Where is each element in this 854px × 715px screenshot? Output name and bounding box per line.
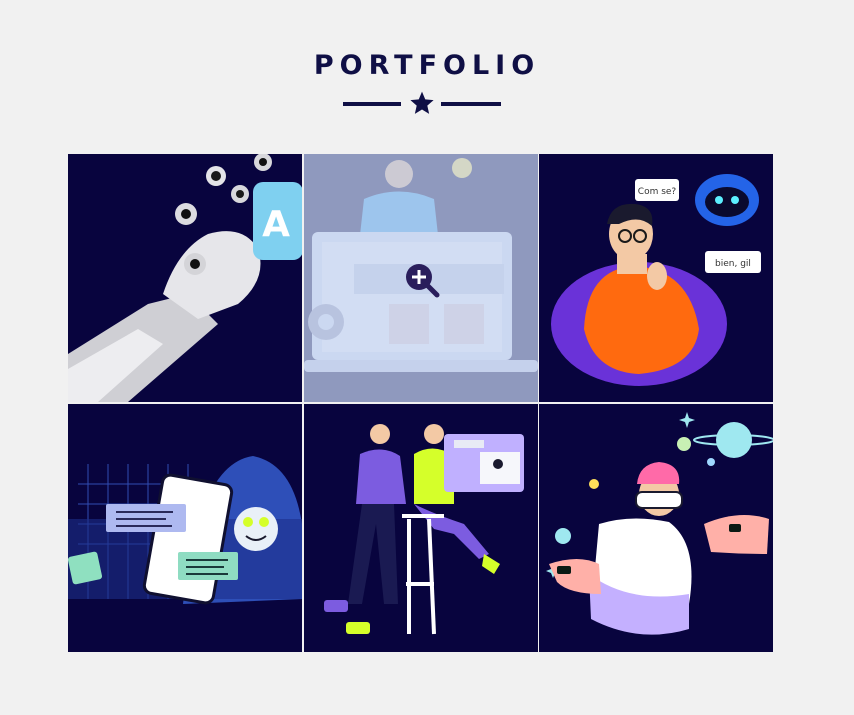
- divider-line-right: [441, 102, 501, 106]
- speech-bubble-text-2: bien, gil: [715, 259, 751, 269]
- portfolio-item-vr-space[interactable]: [539, 404, 773, 652]
- title-divider: [343, 90, 501, 118]
- portfolio-item-people-stools[interactable]: [304, 404, 538, 652]
- section-title: PORTFOLIO: [313, 50, 541, 81]
- portfolio-item-phone-chat[interactable]: [68, 404, 302, 652]
- speech-bubble-text-1: Com se?: [638, 187, 677, 197]
- portfolio-item-laptop-idea[interactable]: [304, 154, 538, 402]
- portfolio-item-robot-hand[interactable]: A: [68, 154, 302, 402]
- zoom-in-icon[interactable]: [404, 262, 440, 298]
- people-on-stools-illustration: [304, 404, 538, 652]
- thinking-man-chatbot-illustration: Com se? bien, gil: [539, 154, 773, 402]
- vr-space-illustration: [539, 404, 773, 652]
- svg-text:A: A: [262, 204, 290, 245]
- robot-hand-illustration: A: [68, 154, 302, 402]
- portfolio-grid: A Com se? bien, gil: [68, 154, 773, 653]
- phone-chat-illustration: [68, 404, 302, 652]
- portfolio-item-thinking-man[interactable]: Com se? bien, gil: [539, 154, 773, 402]
- divider-line-left: [343, 102, 401, 106]
- star-icon: [410, 91, 434, 114]
